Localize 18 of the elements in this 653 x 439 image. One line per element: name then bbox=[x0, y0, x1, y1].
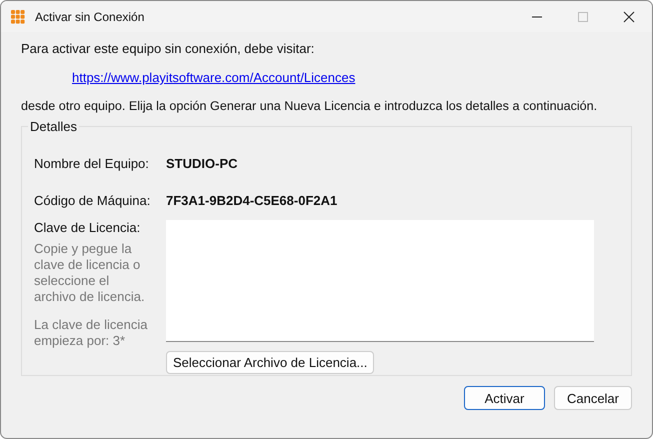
licence-link[interactable]: https://www.playitsoftware.com/Account/Licences bbox=[72, 70, 356, 85]
hint-text: La clave de licencia empieza por: 3* bbox=[34, 317, 148, 349]
window-title: Activar sin Conexión bbox=[35, 10, 144, 24]
instructions-text: desde otro equipo. Elija la opción Generar una Nueva Licencia e introduzca los detalles a continuación. bbox=[21, 99, 598, 113]
intro-text: Para activar este equipo sin conexión, debe visitar: bbox=[21, 41, 316, 56]
field-label: Clave de Licencia: bbox=[34, 220, 142, 235]
dialog-button[interactable]: Cancelar bbox=[554, 386, 632, 410]
license-key-field[interactable] bbox=[166, 220, 594, 342]
dialog-button[interactable]: Activar bbox=[464, 386, 545, 410]
group-title: Detalles bbox=[28, 119, 79, 134]
close-icon[interactable] bbox=[623, 10, 635, 22]
field-label: Código de Máquina: bbox=[34, 193, 152, 208]
select-file-button[interactable]: Seleccionar Archivo de Licencia... bbox=[166, 351, 374, 374]
field-value: 7F3A1-9B2D4-C5E68-0F2A1 bbox=[166, 193, 338, 208]
field-label: Nombre del Equipo: bbox=[34, 156, 150, 171]
field-value: STUDIO-PC bbox=[166, 156, 238, 171]
app-icon bbox=[11, 10, 25, 24]
hint-text: Copie y pegue la clave de licencia o seleccione el archivo de licencia. bbox=[34, 241, 146, 305]
